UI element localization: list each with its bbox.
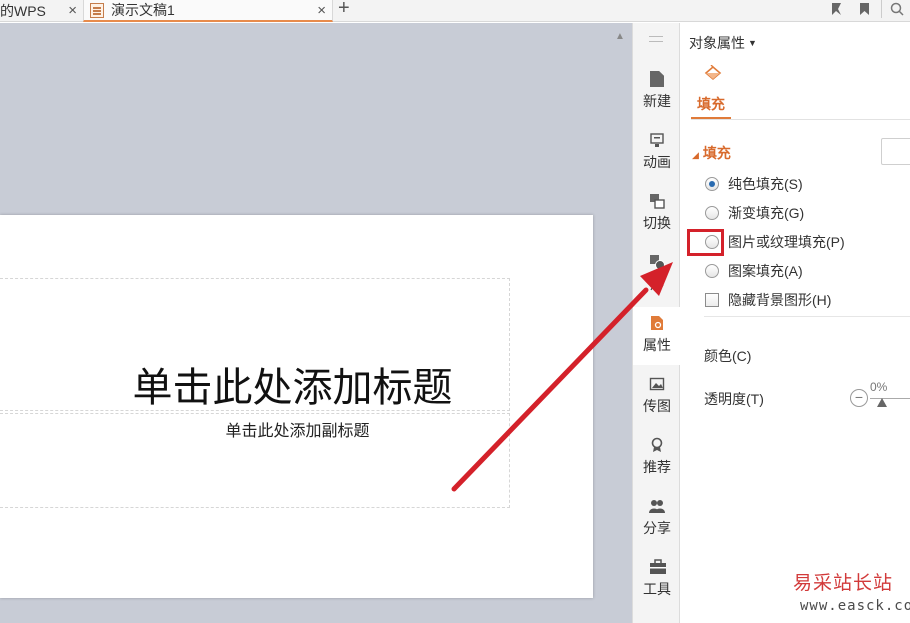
sidebar-item-upload-image[interactable]: 传图: [633, 368, 681, 426]
fill-section-header[interactable]: ◢ 填充: [692, 143, 731, 163]
sidebar-item-label: 形: [650, 276, 664, 292]
divider: [704, 316, 910, 317]
watermark-url: www.easck.com: [800, 598, 910, 614]
pattern-fill-radio[interactable]: [705, 264, 719, 278]
watermark-logo-text: 易采站长站: [793, 572, 894, 594]
collapse-triangle-icon: ◢: [692, 150, 699, 160]
tab-wps[interactable]: 的WPS ×: [0, 0, 83, 22]
transparency-value: 0%: [870, 380, 888, 394]
transparency-label: 透明度(T): [704, 391, 764, 407]
sidebar-item-label: 属性: [643, 337, 671, 353]
sidebar-item-label: 传图: [643, 398, 671, 414]
presentation-file-icon: [90, 2, 104, 18]
sidebar-item-share[interactable]: 分享: [633, 490, 681, 548]
shape-icon: [649, 254, 665, 270]
sidebar-item-animation[interactable]: 动画: [633, 124, 681, 182]
pattern-fill-option[interactable]: 图案填充(A): [705, 261, 803, 281]
tab-presentation[interactable]: 演示文稿1 ×: [83, 0, 333, 22]
picture-texture-fill-option[interactable]: 图片或纹理填充(P): [705, 232, 845, 252]
sidebar-item-label: 分享: [643, 520, 671, 536]
title-placeholder-text[interactable]: 单击此处添加标题: [0, 355, 510, 413]
hide-background-graphics-option[interactable]: 隐藏背景图形(H): [705, 290, 831, 310]
transition-icon: [649, 193, 665, 209]
recommend-icon: [649, 437, 665, 453]
subtitle-placeholder-text[interactable]: 单击此处添加副标题: [0, 417, 510, 441]
chevron-down-icon: ▼: [748, 38, 757, 48]
tab-bar: 的WPS × 演示文稿1 × +: [0, 0, 910, 22]
divider: [691, 119, 910, 120]
close-icon[interactable]: ×: [317, 2, 326, 19]
new-tab-plus-icon[interactable]: +: [338, 0, 350, 20]
sidebar-item-label: 工具: [643, 581, 671, 597]
sidebar-item-label: 动画: [643, 154, 671, 170]
sidebar-item-label: 新建: [643, 93, 671, 109]
transparency-slider-thumb[interactable]: [877, 398, 887, 407]
toolbox-icon: [649, 559, 666, 575]
annotation-highlight-box: [687, 229, 724, 256]
tab-wps-label: 的WPS: [0, 3, 46, 19]
slide-workspace[interactable]: 单击此处添加标题 单击此处添加副标题: [0, 23, 632, 623]
close-icon[interactable]: ×: [68, 2, 77, 19]
search-icon[interactable]: [890, 2, 904, 19]
gradient-fill-option[interactable]: 渐变填充(G): [705, 203, 804, 223]
hide-background-graphics-label: 隐藏背景图形(H): [728, 292, 832, 308]
pattern-fill-label: 图案填充(A): [728, 263, 803, 279]
transparency-slider-track[interactable]: [870, 398, 910, 399]
sidebar-item-recommend[interactable]: 推荐: [633, 429, 681, 487]
scroll-up-arrow-icon[interactable]: ▲: [615, 31, 625, 42]
property-icon: [649, 315, 665, 331]
tab-fill[interactable]: 填充: [697, 94, 725, 114]
hide-background-graphics-checkbox[interactable]: [705, 293, 719, 307]
sidebar-item-transition[interactable]: 切换: [633, 185, 681, 243]
share-icon: [649, 498, 665, 514]
gradient-fill-radio[interactable]: [705, 206, 719, 220]
vertical-scrollbar[interactable]: ▲: [610, 23, 632, 623]
solid-fill-option[interactable]: 纯色填充(S): [705, 174, 803, 194]
picture-texture-fill-label: 图片或纹理填充(P): [728, 234, 845, 250]
panel-title-label: 对象属性: [689, 35, 745, 51]
solid-fill-radio[interactable]: [705, 177, 719, 191]
new-doc-icon: [649, 71, 665, 87]
drag-handle-icon[interactable]: [649, 36, 663, 42]
color-label: 颜色(C): [704, 348, 752, 364]
skin-icon[interactable]: [830, 2, 843, 19]
paint-bucket-icon[interactable]: [702, 64, 724, 83]
sidebar-item-label: 推荐: [643, 459, 671, 475]
panel-title[interactable]: 对象属性 ▼: [689, 33, 757, 53]
sidebar-item-label: 切换: [643, 215, 671, 231]
fill-color-dropdown[interactable]: [881, 138, 910, 165]
tab-presentation-label: 演示文稿1: [111, 2, 175, 18]
sidebar-item-tools[interactable]: 工具: [633, 551, 681, 609]
task-pane-strip: 新建 动画 切换 形 属性 传图 推荐 分享 工具: [632, 23, 681, 623]
bookmark-icon[interactable]: [858, 2, 871, 19]
sidebar-item-shape[interactable]: 形: [633, 246, 681, 304]
object-properties-panel: 对象属性 ▼ 填充 ◢ 填充 纯色填充(S) 渐变填充(G) 图片或纹理填充(P) …: [680, 23, 910, 623]
animation-icon: [649, 132, 665, 148]
decrease-transparency-icon[interactable]: −: [850, 389, 868, 407]
sidebar-item-new[interactable]: 新建: [633, 63, 681, 121]
sidebar-item-property[interactable]: 属性: [633, 307, 681, 365]
slide-canvas[interactable]: 单击此处添加标题 单击此处添加副标题: [0, 215, 593, 598]
fill-section-label: 填充: [702, 145, 731, 161]
solid-fill-label: 纯色填充(S): [728, 176, 803, 192]
toolbar-divider: [881, 0, 882, 18]
gradient-fill-label: 渐变填充(G): [728, 205, 805, 221]
upload-image-icon: [649, 376, 665, 392]
